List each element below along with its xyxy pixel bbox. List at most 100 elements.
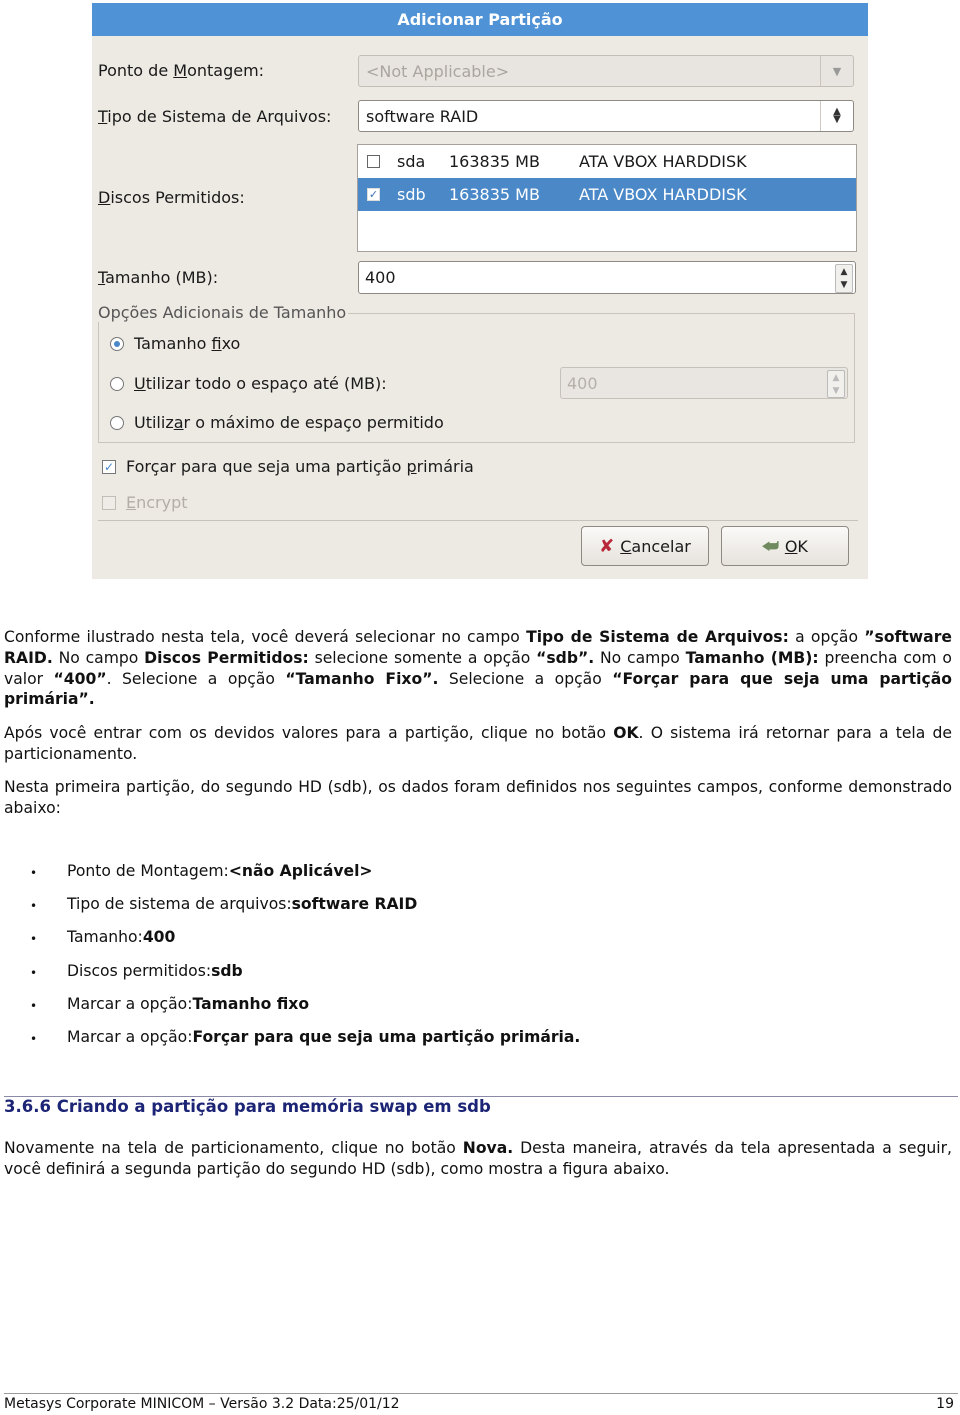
fs-type-combo[interactable]: software RAID ▲ ▼ bbox=[358, 100, 854, 132]
list-item-value: Tamanho fixo bbox=[192, 994, 310, 1013]
list-item-label: Ponto de Montagem: bbox=[67, 862, 229, 880]
text-run: No campo bbox=[52, 648, 145, 667]
list-item-label: Tamanho: bbox=[67, 928, 143, 947]
bold-text: Nova. bbox=[462, 1139, 514, 1157]
disk-size: 163835 MB bbox=[449, 152, 540, 171]
encrypt-label: Encrypt bbox=[126, 493, 188, 512]
bullet-icon: • bbox=[30, 965, 38, 980]
disk-size: 163835 MB bbox=[449, 185, 540, 204]
list-item-label: Marcar a opção: bbox=[67, 1027, 193, 1046]
bullet-icon: • bbox=[30, 899, 38, 914]
disk-model: ATA VBOX HARDDISK bbox=[579, 185, 747, 204]
text-run: a opção bbox=[788, 628, 865, 646]
mount-point-label: Ponto de Montagem: bbox=[98, 61, 265, 80]
paragraph-next-step: Novamente na tela de particionamento, cl… bbox=[4, 1138, 952, 1180]
ok-arrow-icon: ⮨ bbox=[762, 535, 779, 557]
text-run: Novamente na tela de particionamento, cl… bbox=[4, 1139, 463, 1157]
list-item: • Marcar a opção: Forçar para que seja um… bbox=[30, 1028, 580, 1061]
list-item-value: software RAID bbox=[291, 895, 418, 914]
disk-device: sdb bbox=[397, 185, 426, 204]
list-item-value: <não Aplicável> bbox=[228, 862, 373, 880]
force-primary-label: Forçar para que seja uma partição primár… bbox=[126, 457, 474, 476]
fill-upto-value: 400 bbox=[567, 374, 598, 393]
updown-arrows-icon: ▲ ▼ bbox=[820, 101, 853, 131]
text-run: Conforme ilustrado nesta tela, você deve… bbox=[4, 628, 527, 646]
list-item: • Tamanho: 400 bbox=[30, 928, 580, 961]
radio-fill-max[interactable]: Utilizar o máximo de espaço permitido bbox=[110, 413, 444, 432]
text-run: Selecione a opção bbox=[438, 669, 613, 688]
size-value: 400 bbox=[365, 268, 396, 287]
list-item: • Ponto de Montagem: <não Aplicável> bbox=[30, 862, 580, 895]
mount-point-combo[interactable]: <Not Applicable> ▼ bbox=[358, 55, 854, 87]
spin-arrows-icon[interactable]: ▲ ▼ bbox=[835, 264, 853, 293]
paragraph-fields-intro: Nesta primeira partição, do segundo HD (… bbox=[4, 778, 952, 817]
list-item-label: Tipo de sistema de arquivos: bbox=[67, 895, 292, 914]
bold-text: “sdb”. bbox=[536, 648, 595, 667]
dialog-title: Adicionar Partição bbox=[92, 3, 868, 36]
force-primary-checkbox[interactable]: ✓ Forçar para que seja uma partição prim… bbox=[102, 457, 474, 476]
bold-text: Discos Permitidos: bbox=[144, 648, 309, 667]
cancel-x-icon: ✘ bbox=[599, 535, 615, 557]
mount-point-value: <Not Applicable> bbox=[366, 62, 510, 81]
fs-type-label: Tipo de Sistema de Arquivos: bbox=[98, 107, 332, 126]
radio-fixed-size[interactable]: Tamanho fixo bbox=[110, 334, 240, 353]
list-item-value: 400 bbox=[142, 928, 176, 947]
radio-selected-icon[interactable] bbox=[110, 336, 124, 351]
disk-checkbox-sdb[interactable]: ✓ bbox=[367, 188, 380, 201]
checkbox-unchecked-icon[interactable] bbox=[102, 495, 116, 510]
settings-list: • Ponto de Montagem: <não Aplicável> • Tip… bbox=[30, 862, 580, 1061]
disk-checkbox-sda[interactable] bbox=[367, 155, 380, 168]
chevron-down-icon: ▼ bbox=[820, 56, 853, 86]
ok-button-label: OK bbox=[784, 536, 808, 556]
dialog-separator bbox=[98, 520, 858, 521]
paragraph-instructions: Conforme ilustrado nesta tela, você deve… bbox=[4, 627, 952, 710]
ok-button[interactable]: ⮨ OK bbox=[721, 526, 849, 566]
bullet-icon: • bbox=[30, 932, 38, 947]
page-number: 19 bbox=[936, 1396, 954, 1412]
checkbox-checked-icon[interactable]: ✓ bbox=[102, 459, 116, 474]
radio-fill-upto-label: Utilizar todo o espaço até (MB): bbox=[134, 374, 387, 393]
size-spinbox[interactable]: 400 ▲ ▼ bbox=[358, 261, 856, 294]
text-run: . Selecione a opção bbox=[106, 669, 286, 688]
radio-fixed-size-label: Tamanho fixo bbox=[134, 334, 241, 353]
bullet-icon: • bbox=[30, 998, 38, 1013]
fs-type-value: software RAID bbox=[366, 107, 479, 126]
text-run: Após você entrar com os devidos valores … bbox=[4, 724, 614, 742]
add-partition-dialog: Adicionar Partição Ponto de Montagem: <N… bbox=[92, 3, 868, 579]
list-item-value: sdb bbox=[211, 961, 243, 980]
bold-text: OK bbox=[613, 724, 639, 742]
encrypt-checkbox[interactable]: Encrypt bbox=[102, 493, 188, 512]
bullet-icon: • bbox=[30, 1031, 38, 1046]
bold-text: “Tamanho Fixo”. bbox=[285, 669, 439, 688]
radio-fill-upto[interactable]: Utilizar todo o espaço até (MB): bbox=[110, 374, 387, 393]
footer-text: Metasys Corporate MINICOM – Versão 3.2 D… bbox=[4, 1396, 400, 1412]
radio-unselected-icon[interactable] bbox=[110, 415, 124, 430]
list-item-value: Forçar para que seja uma partição primár… bbox=[192, 1027, 581, 1046]
size-options-legend: Opções Adicionais de Tamanho bbox=[98, 303, 349, 322]
bullet-icon: • bbox=[30, 866, 38, 880]
paragraph-after-ok: Após você entrar com os devidos valores … bbox=[4, 723, 952, 765]
radio-fill-max-label: Utilizar o máximo de espaço permitido bbox=[134, 413, 444, 432]
list-item-label: Discos permitidos: bbox=[67, 961, 212, 980]
disk-model: ATA VBOX HARDDISK bbox=[579, 152, 747, 171]
section-heading: 3.6.6 Criando a partição para memória sw… bbox=[4, 1097, 491, 1116]
bold-text: “400” bbox=[53, 669, 107, 688]
footer-divider bbox=[4, 1393, 958, 1394]
spin-arrows-icon[interactable]: ▲ ▼ bbox=[827, 370, 845, 398]
bold-text: Tamanho (MB): bbox=[685, 648, 819, 667]
radio-unselected-icon[interactable] bbox=[110, 376, 124, 391]
fill-upto-spinbox[interactable]: 400 ▲ ▼ bbox=[560, 367, 848, 399]
bold-text: Tipo de Sistema de Arquivos: bbox=[526, 628, 789, 646]
cancel-button-label: Cancelar bbox=[620, 536, 691, 556]
size-label: Tamanho (MB): bbox=[98, 268, 219, 287]
list-item-label: Marcar a opção: bbox=[67, 994, 193, 1013]
text-run: No campo bbox=[594, 648, 686, 667]
disk-row-sda[interactable]: sda 163835 MB ATA VBOX HARDDISK bbox=[358, 145, 856, 178]
allowed-disks-list[interactable]: sda 163835 MB ATA VBOX HARDDISK ✓ sdb 16… bbox=[357, 144, 857, 252]
disk-device: sda bbox=[397, 152, 426, 171]
text-run: selecione somente a opção bbox=[308, 648, 537, 667]
disk-row-sdb[interactable]: ✓ sdb 163835 MB ATA VBOX HARDDISK bbox=[358, 178, 856, 211]
cancel-button[interactable]: ✘ Cancelar bbox=[581, 526, 709, 566]
allowed-disks-label: Discos Permitidos: bbox=[98, 188, 245, 207]
list-item: • Tipo de sistema de arquivos: software R… bbox=[30, 895, 580, 928]
